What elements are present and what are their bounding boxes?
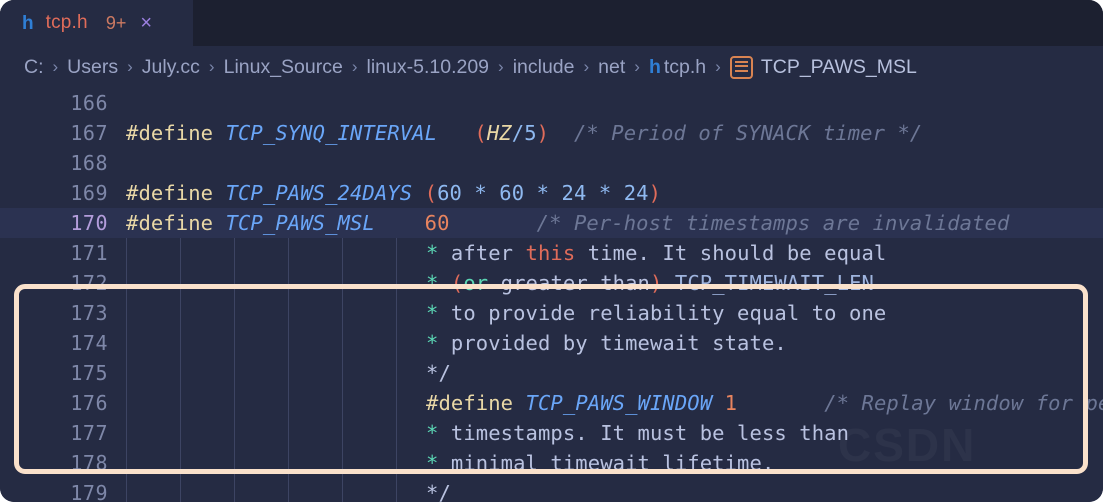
line-number: 166 (70, 91, 108, 115)
indent-guides (0, 358, 1103, 388)
code-line[interactable]: 171 * after this time. It should be equal (0, 238, 1103, 268)
line-number: 170 (70, 211, 108, 235)
breadcrumb-item-6[interactable]: net (598, 56, 625, 79)
code-text: * after this time. It should be equal (426, 241, 887, 265)
symbol-constant-icon (729, 55, 753, 79)
h-file-icon: h (22, 12, 34, 34)
code-line[interactable]: 177 * timestamps. It must be less than (0, 418, 1103, 448)
line-number: 178 (70, 451, 108, 475)
tab-badge: 9+ (105, 12, 127, 33)
close-icon[interactable]: × (140, 13, 152, 33)
editor-window: h tcp.h 9+ × C: › Users › July.cc › Linu… (0, 0, 1103, 502)
breadcrumb-item-file[interactable]: tcp.h (664, 56, 706, 79)
line-number: 175 (70, 361, 108, 385)
chevron-right-icon: › (351, 57, 358, 76)
line-number: 172 (70, 271, 108, 295)
line-number: 169 (70, 181, 108, 205)
code-line[interactable]: 176 #define TCP_PAWS_WINDOW 1 /* Replay w… (0, 388, 1103, 418)
line-number: 179 (70, 481, 108, 502)
chevron-right-icon: › (208, 57, 215, 76)
code-text: #define TCP_PAWS_MSL 60 /* Per-host time… (126, 211, 1010, 235)
code-text: #define TCP_SYNQ_INTERVAL (HZ/5) /* Peri… (126, 121, 923, 145)
chevron-right-icon: › (127, 57, 133, 76)
code-lines: 166 167 #define TCP_SYNQ_INTERVAL (HZ/5) /… (0, 88, 1103, 502)
breadcrumb-item-3[interactable]: Linux_Source (224, 56, 343, 79)
tab-tcp-h[interactable]: h tcp.h 9+ × (0, 0, 193, 46)
code-line[interactable]: 174 * provided by timewait state. (0, 328, 1103, 358)
line-number: 173 (70, 301, 108, 325)
line-number: 167 (70, 121, 108, 145)
code-line[interactable]: 166 (0, 88, 1103, 118)
chevron-right-icon: › (498, 57, 504, 76)
code-text: #define TCP_PAWS_WINDOW 1 /* Replay wind… (426, 391, 1103, 415)
code-line[interactable]: 169 #define TCP_PAWS_24DAYS (60 * 60 * 24… (0, 178, 1103, 208)
code-line[interactable]: 175 */ (0, 358, 1103, 388)
code-line[interactable]: 168 (0, 148, 1103, 178)
code-line[interactable]: 178 * minimal timewait lifetime. (0, 448, 1103, 478)
chevron-right-icon: › (715, 57, 721, 76)
breadcrumb: C: › Users › July.cc › Linux_Source › li… (0, 46, 1103, 88)
code-text: * timestamps. It must be less than (426, 421, 850, 445)
line-number: 171 (70, 241, 108, 265)
code-text: * to provide reliability equal to one (426, 301, 887, 325)
breadcrumb-item-symbol[interactable]: TCP_PAWS_MSL (761, 56, 917, 79)
breadcrumb-item-5[interactable]: include (513, 56, 575, 79)
code-line[interactable]: 172 * (or greater than) TCP_TIMEWAIT_LEN (0, 268, 1103, 298)
line-number: 174 (70, 331, 108, 355)
breadcrumb-item-4[interactable]: linux-5.10.209 (367, 56, 490, 79)
code-line[interactable]: 170 #define TCP_PAWS_MSL 60 /* Per-host t… (0, 208, 1103, 238)
code-editor[interactable]: CSDN 166167#define TCP_SYNQ_INTERVAL (HZ… (0, 88, 1103, 502)
breadcrumb-item-2[interactable]: July.cc (142, 56, 200, 79)
code-line[interactable]: 167 #define TCP_SYNQ_INTERVAL (HZ/5) /* P… (0, 118, 1103, 148)
code-line[interactable]: 179 */ (0, 478, 1103, 502)
h-file-icon: h (648, 55, 661, 78)
breadcrumb-item-1[interactable]: Users (67, 56, 118, 79)
line-number: 168 (70, 151, 108, 175)
tab-label: tcp.h (45, 12, 88, 33)
chevron-right-icon: › (583, 57, 590, 76)
code-text: */ (426, 361, 451, 385)
code-text: * (or greater than) TCP_TIMEWAIT_LEN (426, 271, 874, 295)
indent-guides (0, 478, 1103, 502)
code-text: * provided by timewait state. (426, 331, 787, 355)
tab-strip: h tcp.h 9+ × (0, 0, 1103, 46)
code-text: * minimal timewait lifetime. (426, 451, 775, 475)
chevron-right-icon: › (52, 57, 59, 76)
line-number: 177 (70, 421, 108, 445)
breadcrumb-item-0[interactable]: C: (24, 56, 44, 79)
code-text: */ (426, 481, 451, 502)
code-line[interactable]: 173 * to provide reliability equal to one (0, 298, 1103, 328)
chevron-right-icon: › (634, 57, 640, 76)
line-number: 176 (70, 391, 108, 415)
code-text: #define TCP_PAWS_24DAYS (60 * 60 * 24 * … (126, 181, 662, 205)
